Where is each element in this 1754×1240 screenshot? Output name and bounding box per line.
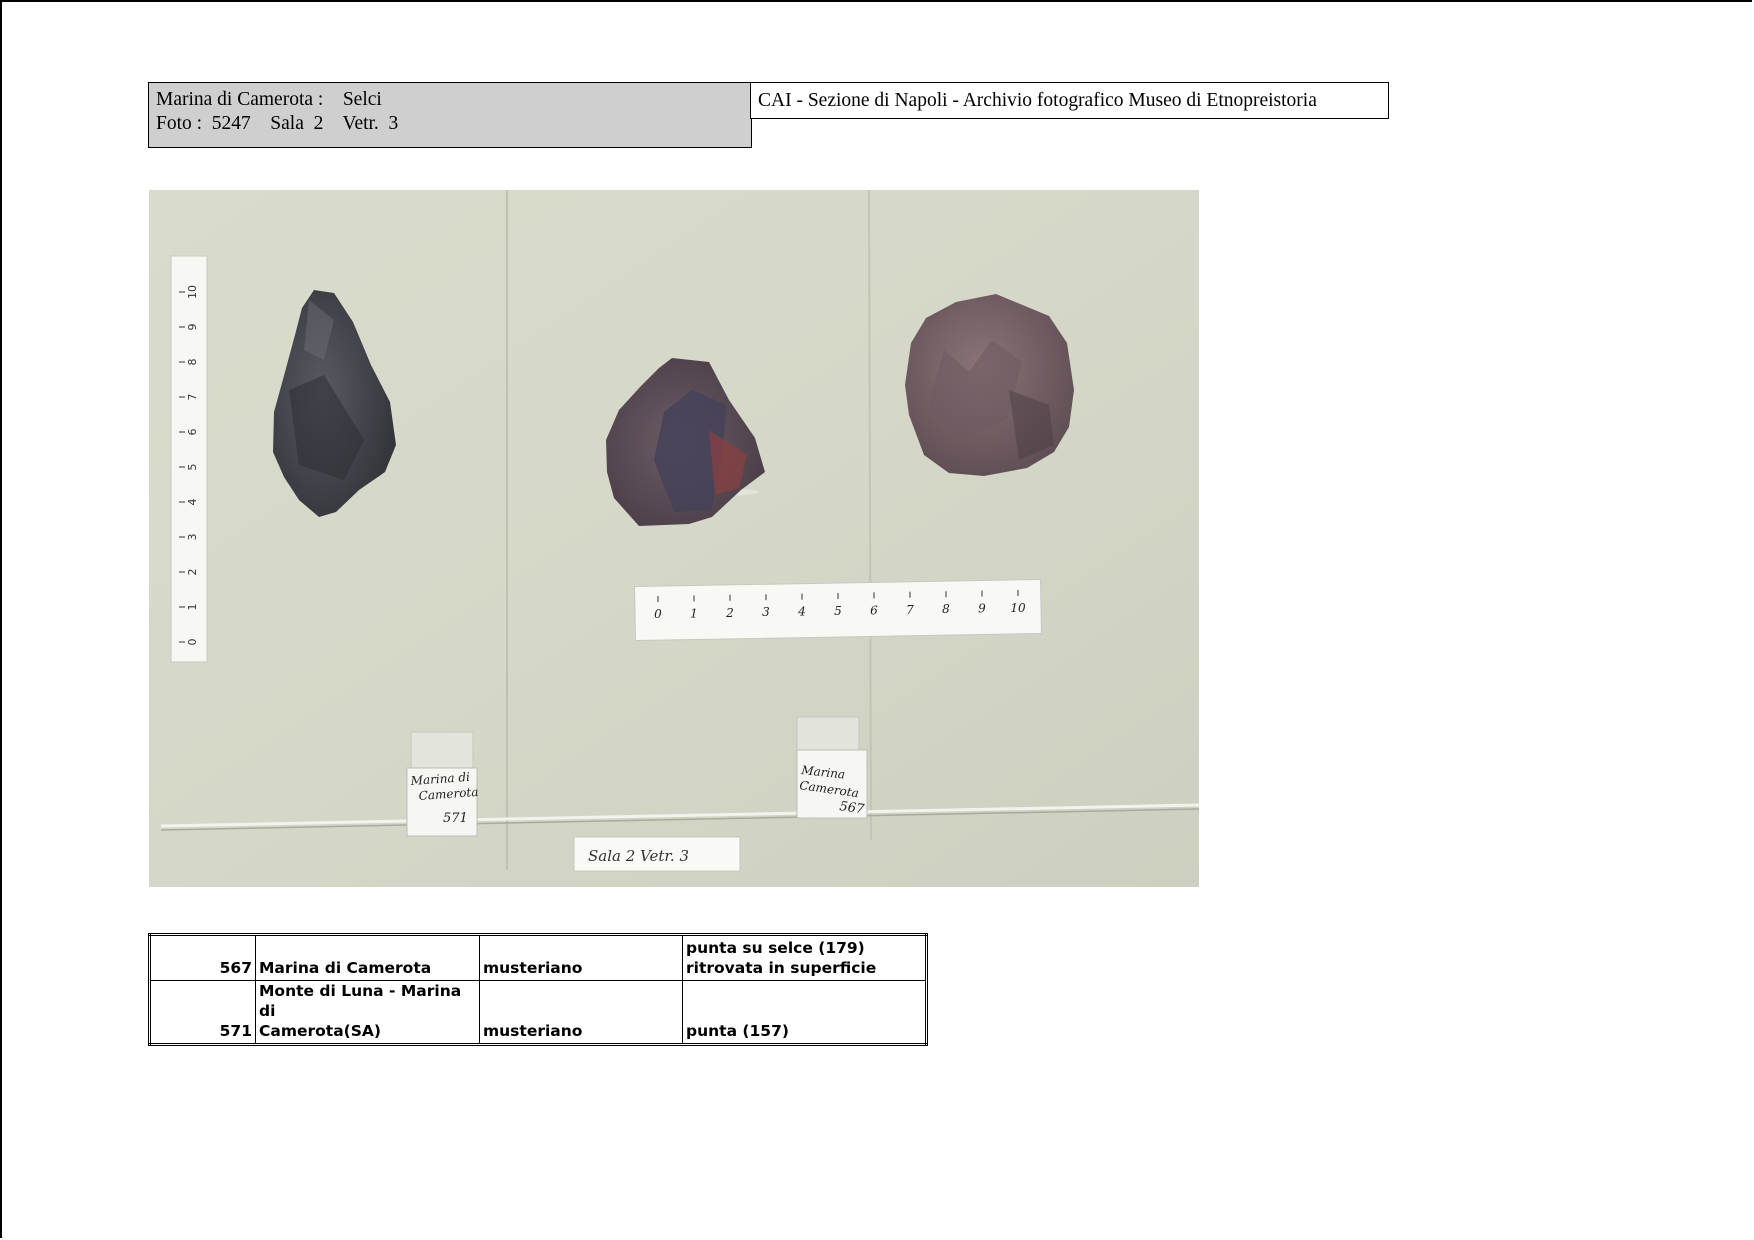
row-description-line2: ritrovata in superficie <box>686 959 877 977</box>
showcase-label-text: Sala 2 Vetr. 3 <box>588 847 689 865</box>
header-site-title: Marina di Camerota : Selci <box>156 89 382 110</box>
row-period: musteriano <box>479 980 683 1045</box>
artifact-photo: 0 1 2 3 4 5 6 7 8 9 10 0 1 2 3 4 5 6 7 8 9 10 <box>149 190 1199 887</box>
table-row: 571 Monte di Luna - Marina di Camerota(S… <box>149 980 927 1045</box>
horizontal-ruler-tick-label: 1 <box>690 606 698 620</box>
artifact-table: 567 Marina di Camerota musteriano punta … <box>148 933 928 1046</box>
archive-title: CAI - Sezione di Napoli - Archivio fotog… <box>750 82 1389 119</box>
label-card-567: Marina Camerota 567 <box>796 716 868 819</box>
label-card-571: Marina di Camerota 571 <box>406 731 479 837</box>
vertical-ruler-tick-label: 6 <box>186 429 199 436</box>
row-description: punta (157) <box>682 980 927 1045</box>
record-header: Marina di Camerota : Selci Foto : 5247 S… <box>148 82 752 148</box>
horizontal-scale-ruler: 0 1 2 3 4 5 6 7 8 9 10 <box>634 578 1042 642</box>
row-location: Marina di Camerota <box>255 934 480 981</box>
vertical-ruler-tick-label: 9 <box>186 324 199 331</box>
horizontal-ruler-tick-label: 5 <box>834 604 842 618</box>
horizontal-ruler-tick-label: 3 <box>762 605 770 619</box>
row-location: Monte di Luna - Marina di Camerota(SA) <box>255 980 480 1045</box>
vertical-ruler-tick-label: 3 <box>186 534 199 541</box>
horizontal-ruler-tick-label: 10 <box>1010 601 1026 615</box>
row-period: musteriano <box>479 934 683 981</box>
horizontal-ruler-tick-label: 8 <box>942 602 950 616</box>
row-location-line2: Camerota(SA) <box>259 1022 381 1040</box>
vertical-ruler-tick-label: 5 <box>186 464 199 471</box>
horizontal-ruler-tick-label: 0 <box>654 607 662 621</box>
row-number: 571 <box>149 980 256 1045</box>
vertical-ruler-tick-label: 0 <box>186 639 199 646</box>
vertical-ruler-tick-label: 10 <box>186 285 199 299</box>
header-photo-info: Foto : 5247 Sala 2 Vetr. 3 <box>156 113 399 134</box>
vertical-scale-ruler: 0 1 2 3 4 5 6 7 8 9 10 <box>170 255 208 663</box>
horizontal-ruler-tick-label: 2 <box>725 606 734 620</box>
vertical-ruler-tick-label: 1 <box>186 604 199 611</box>
vertical-ruler-tick-label: 4 <box>186 499 199 506</box>
row-description-line1: punta su selce (179) <box>686 939 865 957</box>
row-description: punta su selce (179) ritrovata in superf… <box>682 934 927 981</box>
row-number: 567 <box>149 934 256 981</box>
vertical-ruler-tick-label: 7 <box>186 394 199 401</box>
vertical-ruler-tick-label: 8 <box>186 359 199 366</box>
vertical-ruler-tick-label: 2 <box>186 569 199 576</box>
horizontal-ruler-tick-label: 6 <box>870 603 878 617</box>
photo-background <box>149 190 1199 887</box>
row-location-line1: Monte di Luna - Marina di <box>259 982 462 1020</box>
table-row: 567 Marina di Camerota musteriano punta … <box>149 934 927 981</box>
horizontal-ruler-tick-label: 7 <box>906 603 914 617</box>
horizontal-ruler-tick-label: 4 <box>797 605 806 619</box>
artifact-flint-scraper <box>905 294 1074 476</box>
showcase-label: Sala 2 Vetr. 3 <box>573 836 741 872</box>
horizontal-ruler-tick-label: 9 <box>978 602 986 616</box>
label-571-number: 571 <box>443 811 468 826</box>
